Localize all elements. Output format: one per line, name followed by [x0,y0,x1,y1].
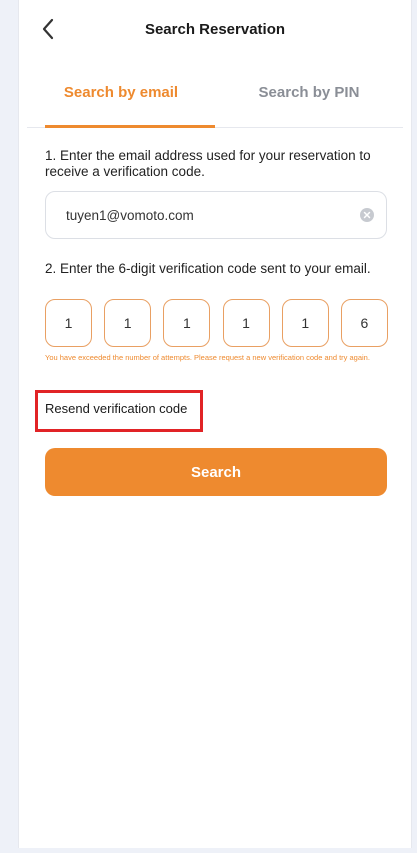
clear-circle-icon[interactable] [360,208,374,222]
tab-bar: Search by email Search by PIN [27,74,403,128]
code-digit-1[interactable]: 1 [45,299,92,347]
code-digit-3[interactable]: 1 [163,299,211,347]
search-button[interactable]: Search [45,448,387,496]
email-instruction: 1. Enter the email address used for your… [45,148,371,179]
page-title: Search Reservation [144,21,286,38]
error-message: You have exceeded the number of attempts… [45,353,370,362]
reservation-card: Search Reservation Search by email Searc… [18,0,412,848]
code-digit-5[interactable]: 1 [281,299,329,347]
code-instruction: 2. Enter the 6-digit verification code s… [45,261,371,276]
header: Search Reservation [19,0,411,62]
code-digit-2[interactable]: 1 [104,299,152,347]
email-field-container [45,191,387,239]
tab-search-by-pin[interactable]: Search by PIN [215,74,403,127]
resend-highlight-box: Resend verification code [35,390,203,432]
code-digit-4[interactable]: 1 [222,299,270,347]
email-field[interactable] [66,207,360,223]
tab-search-by-email[interactable]: Search by email [27,74,215,128]
code-digit-6[interactable]: 6 [340,299,388,347]
resend-code-link[interactable]: Resend verification code [45,401,187,422]
verification-code-inputs: 1 1 1 1 1 6 [45,299,388,347]
